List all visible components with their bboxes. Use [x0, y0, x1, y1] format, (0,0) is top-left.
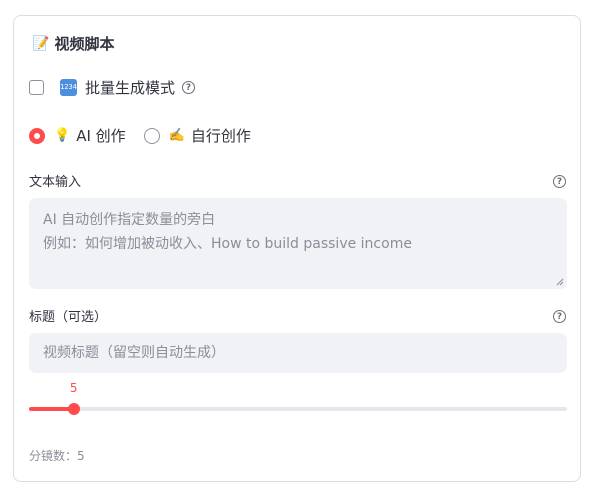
section-title-text: 视频脚本	[54, 35, 115, 53]
radio-self-create[interactable]	[143, 127, 160, 144]
segments-caption: 分镜数：5	[29, 449, 85, 463]
help-icon[interactable]: ?	[553, 310, 566, 323]
batch-mode-checkbox[interactable]	[29, 80, 44, 95]
title-input[interactable]: 视频标题（留空则自动生成）	[29, 333, 567, 373]
title-input-label: 标题（可选）	[29, 310, 108, 325]
text-input-label: 文本输入	[29, 175, 82, 190]
segments-slider[interactable]	[29, 403, 567, 415]
help-icon[interactable]: ?	[182, 81, 196, 94]
text-input-placeholder-line1: AI 自动创作指定数量的旁白	[43, 212, 216, 228]
writing-hand-icon: ✍️	[168, 128, 185, 143]
slider-thumb[interactable]	[67, 403, 80, 415]
slider-value: 5	[69, 381, 78, 395]
radio-ai-create[interactable]	[29, 127, 45, 144]
memo-icon: 📝	[32, 35, 50, 52]
text-input-placeholder-line2: 例如：如何增加被动收入、How to build passive income	[43, 236, 412, 252]
slider-fill	[29, 407, 74, 411]
radio-self-create-label: 自行创作	[190, 127, 251, 145]
radio-ai-create-label: AI 创作	[76, 127, 126, 145]
help-icon[interactable]: ?	[553, 175, 566, 188]
numbers-icon: 1234	[60, 79, 77, 96]
section-title: 📝 视频脚本	[32, 33, 114, 54]
text-input-area[interactable]: AI 自动创作指定数量的旁白 例如：如何增加被动收入、How to build …	[29, 198, 567, 289]
batch-mode-label: 批量生成模式	[85, 79, 176, 97]
resize-handle-icon[interactable]	[556, 278, 564, 286]
video-script-panel: 📝 视频脚本 1234 批量生成模式 ? 💡 AI 创作 ✍️ 自行创作 文本输…	[13, 15, 581, 482]
lightbulb-icon: 💡	[54, 128, 71, 143]
batch-mode-row[interactable]: 1234 批量生成模式 ?	[29, 77, 196, 98]
mode-radio-group: 💡 AI 创作 ✍️ 自行创作	[29, 125, 251, 146]
